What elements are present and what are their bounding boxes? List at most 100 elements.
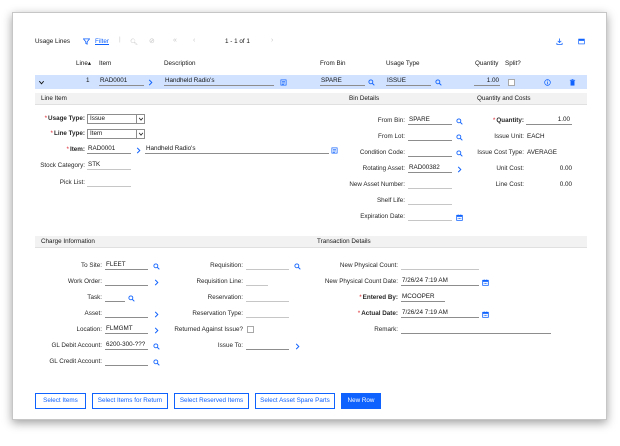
stock-category-value: STK	[87, 160, 131, 170]
new-physical-count-field[interactable]	[401, 260, 479, 270]
row-from-bin-search-icon[interactable]	[368, 79, 375, 86]
row-split-checkbox[interactable]	[508, 79, 515, 86]
filter-icon[interactable]	[83, 38, 90, 45]
row-item-field[interactable]: RAD0001	[99, 76, 144, 86]
to-site-search-icon[interactable]	[153, 263, 160, 270]
column-header-item[interactable]: Item	[99, 60, 111, 67]
pick-list-label: Pick List:	[59, 179, 85, 186]
gl-credit-account-field[interactable]	[105, 356, 148, 366]
asset-chevron-icon[interactable]	[153, 311, 160, 318]
condition-code-search-icon[interactable]	[456, 150, 463, 157]
select-items-for-return-button[interactable]: Select Items for Return	[92, 393, 168, 409]
table-settings-icon[interactable]	[578, 38, 585, 45]
row-usage-type-field[interactable]: ISSUE	[386, 76, 431, 86]
condition-code-field[interactable]	[408, 147, 452, 157]
rotating-asset-field[interactable]: RAD00382	[408, 163, 452, 173]
previous-page-icon[interactable]: ‹	[193, 37, 195, 44]
item-description-field[interactable]: Handheld Radio's	[145, 144, 329, 154]
next-page-icon[interactable]: ›	[271, 37, 273, 44]
row-item-detail-chevron-icon[interactable]	[147, 79, 154, 86]
line-type-select[interactable]: Item	[87, 129, 145, 139]
line-cost-value: 0.00	[559, 181, 572, 188]
usage-lines-panel: Usage Lines Filter | 🔍︎ ⊘ « ‹ 1 - 1 of 1…	[12, 12, 607, 420]
reservation-field[interactable]	[246, 292, 289, 302]
remark-field[interactable]	[401, 324, 551, 334]
work-order-field[interactable]	[105, 276, 148, 286]
bin-details-header: Bin Details	[343, 93, 471, 105]
from-bin-search-icon[interactable]	[456, 118, 463, 125]
requisition-label: Requisition:	[210, 262, 243, 269]
column-header-usage-type[interactable]: Usage Type	[386, 60, 420, 67]
reservation-type-field[interactable]	[246, 308, 289, 318]
first-page-icon[interactable]: «	[173, 37, 177, 44]
item-field[interactable]: RAD0001	[87, 144, 131, 154]
gl-credit-search-icon[interactable]	[153, 359, 160, 366]
clear-filter-icon[interactable]: ⊘	[149, 37, 155, 45]
row-description-field[interactable]: Handheld Radio's	[164, 76, 274, 86]
issue-to-chevron-icon[interactable]	[294, 343, 301, 350]
expiration-date-field[interactable]	[408, 211, 452, 221]
column-header-split[interactable]: Split?	[505, 60, 521, 67]
rotating-asset-label: Rotating Asset:	[362, 165, 405, 172]
search-icon[interactable]: 🔍︎	[130, 38, 138, 46]
row-usage-type-search-icon[interactable]	[435, 79, 442, 86]
asset-field[interactable]	[105, 308, 148, 318]
work-order-chevron-icon[interactable]	[153, 279, 160, 286]
issue-unit-value: EACH	[527, 133, 545, 140]
info-icon[interactable]	[544, 79, 551, 86]
column-header-line[interactable]: Line▴	[76, 60, 91, 67]
location-chevron-icon[interactable]	[153, 327, 160, 334]
chevron-down-icon[interactable]	[38, 79, 45, 86]
usage-type-label: *Usage Type:	[44, 115, 85, 122]
filter-link[interactable]: Filter	[95, 38, 109, 45]
select-asset-spare-parts-button[interactable]: Select Asset Spare Parts	[255, 393, 335, 409]
footer-bar: Select Items Select Items for Return Sel…	[35, 393, 587, 409]
item-detail-chevron-icon[interactable]	[135, 147, 142, 154]
work-order-label: Work Order:	[67, 278, 102, 285]
from-bin-field[interactable]: SPARE	[408, 115, 452, 125]
select-reserved-items-button[interactable]: Select Reserved Items	[174, 393, 249, 409]
new-physical-count-date-field[interactable]: 7/26/24 7:19 AM	[401, 276, 479, 286]
location-field[interactable]: FLMGMT	[105, 324, 148, 334]
shelf-life-label: Shelf Life:	[376, 197, 405, 204]
new-row-button[interactable]: New Row	[341, 393, 381, 409]
from-lot-field[interactable]	[408, 131, 452, 141]
requisition-field[interactable]	[246, 260, 289, 270]
new-physical-count-date-calendar-icon[interactable]	[482, 279, 489, 286]
download-icon[interactable]	[556, 38, 563, 45]
row-quantity-field[interactable]: 1.00	[474, 76, 500, 86]
actual-date-field[interactable]: 7/26/24 7:19 AM	[401, 308, 479, 318]
entered-by-field[interactable]: MCOOPER	[401, 292, 445, 302]
select-items-button[interactable]: Select Items	[35, 393, 86, 409]
task-field[interactable]	[105, 292, 125, 302]
stock-category-label: Stock Category:	[40, 162, 85, 169]
rotating-asset-chevron-icon[interactable]	[456, 166, 463, 173]
returned-against-issue-checkbox[interactable]	[247, 326, 254, 333]
delete-icon[interactable]	[569, 79, 576, 86]
gl-debit-account-field[interactable]: 6200-300-???	[105, 340, 148, 350]
gl-debit-account-label: GL Debit Account:	[51, 342, 102, 349]
row-from-bin-field[interactable]: SPARE	[320, 76, 365, 86]
actual-date-calendar-icon[interactable]	[482, 311, 489, 318]
quantity-field[interactable]: 1.00	[526, 115, 572, 125]
column-header-description[interactable]: Description	[164, 60, 196, 67]
new-physical-count-label: New Physical Count:	[339, 262, 398, 269]
gl-debit-search-icon[interactable]	[153, 343, 160, 350]
shelf-life-field[interactable]	[408, 195, 452, 205]
column-header-quantity[interactable]: Quantity	[475, 60, 498, 67]
asset-label: Asset:	[84, 310, 103, 317]
from-lot-search-icon[interactable]	[456, 134, 463, 141]
column-header-from-bin[interactable]: From Bin	[320, 60, 346, 67]
to-site-label: To Site:	[81, 262, 102, 269]
usage-type-select[interactable]: Issue	[87, 114, 145, 124]
calendar-icon[interactable]	[456, 214, 463, 221]
issue-to-field[interactable]	[246, 340, 289, 350]
new-asset-number-field[interactable]	[408, 179, 452, 189]
row-long-description-icon[interactable]	[280, 79, 287, 86]
to-site-field[interactable]: FLEET	[105, 260, 148, 270]
requisition-line-field[interactable]	[246, 276, 268, 286]
task-search-icon[interactable]	[128, 295, 135, 302]
new-asset-number-label: New Asset Number:	[349, 181, 405, 188]
pick-list-field[interactable]	[87, 177, 131, 187]
requisition-search-icon[interactable]	[294, 263, 301, 270]
